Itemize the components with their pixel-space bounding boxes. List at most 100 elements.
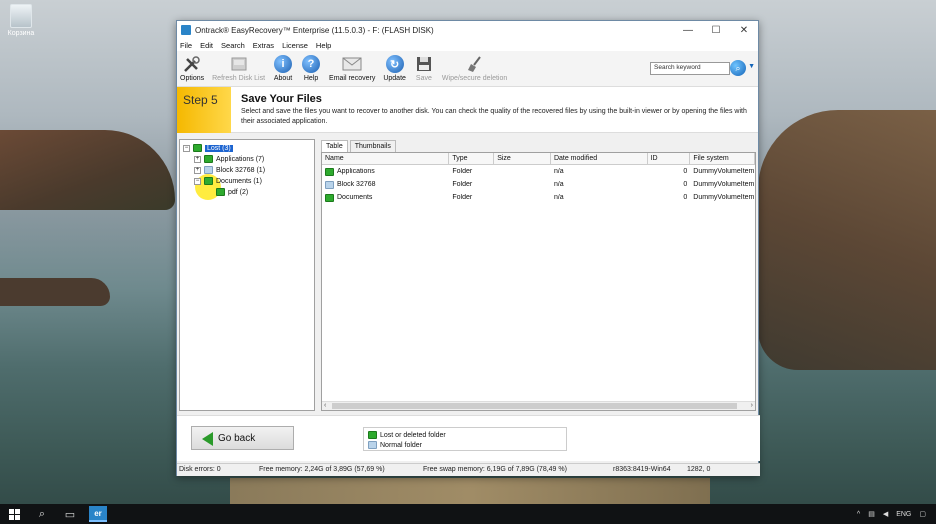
step-label: Step 5 <box>177 87 231 133</box>
status-build: r8363:8419-Win64 <box>613 466 671 473</box>
collapse-icon[interactable]: − <box>183 144 190 152</box>
legend-normal-label: Normal folder <box>380 441 423 449</box>
lost-folder-icon <box>193 144 202 152</box>
table-row[interactable]: Block 32768 Folder n/a 0 DummyVolumeItem <box>322 178 755 191</box>
menu-bar: File Edit Search Extras License Help <box>177 39 758 51</box>
network-icon[interactable]: ▤ <box>868 510 875 518</box>
tree-item-applications[interactable]: + Applications (7) <box>194 154 264 164</box>
close-button[interactable]: ✕ <box>730 21 758 39</box>
normal-folder-icon <box>325 180 334 189</box>
status-free-memory: Free memory: 2,24G of 3,89G (57,69 %) <box>259 466 385 473</box>
step-title: Save Your Files <box>241 93 322 105</box>
column-type[interactable]: Type <box>449 153 495 164</box>
collapse-icon[interactable]: − <box>194 177 201 185</box>
tab-table[interactable]: Table <box>321 140 348 152</box>
update-icon: ↻ <box>385 54 405 74</box>
table-row[interactable]: Documents Folder n/a 0 DummyVolumeItem <box>322 191 755 204</box>
envelope-icon <box>342 54 362 74</box>
menu-search[interactable]: Search <box>221 41 245 50</box>
recycle-bin-label: Корзина <box>7 30 35 37</box>
minimize-button[interactable]: — <box>674 21 702 39</box>
save-button[interactable]: Save <box>414 54 434 82</box>
tree-item-pdf[interactable]: pdf (2) <box>216 187 248 197</box>
broom-icon <box>465 54 485 74</box>
options-button[interactable]: Options <box>180 54 204 82</box>
tools-icon <box>182 54 202 74</box>
window-title: Ontrack® EasyRecovery™ Enterprise (11.5.… <box>195 25 434 35</box>
search-input[interactable]: Search keyword <box>650 62 730 75</box>
taskbar: ⌕ ▭ er ^ ▤ ◀ ENG ▢ <box>0 504 936 524</box>
language-indicator[interactable]: ENG <box>896 511 911 518</box>
system-tray: ^ ▤ ◀ ENG ▢ <box>857 510 936 519</box>
desktop-wallpaper-cliff-left <box>0 130 175 210</box>
notification-icon[interactable]: ▢ <box>919 510 926 518</box>
column-size[interactable]: Size <box>494 153 551 164</box>
table-row[interactable]: Applications Folder n/a 0 DummyVolumeIte… <box>322 165 755 178</box>
column-name[interactable]: Name <box>322 153 450 164</box>
help-icon: ? <box>301 54 321 74</box>
toolbar: Options Refresh Disk List i About ? Help… <box>177 51 758 87</box>
lost-folder-icon <box>368 431 377 439</box>
app-icon <box>181 25 191 35</box>
disk-refresh-icon <box>229 54 249 74</box>
maximize-button[interactable]: ☐ <box>702 21 730 39</box>
app-window: Ontrack® EasyRecovery™ Enterprise (11.5.… <box>176 20 760 476</box>
status-free-swap: Free swap memory: 6,19G of 7,89G (78,49 … <box>423 466 567 473</box>
lost-folder-icon <box>325 167 334 176</box>
scroll-left-icon[interactable]: ‹ <box>324 402 326 409</box>
step-description: Select and save the files you want to re… <box>241 108 747 125</box>
step-banner: Step 5 Save Your Files Select and save t… <box>177 87 758 133</box>
wipe-secure-deletion-button[interactable]: Wipe/secure deletion <box>442 54 507 82</box>
expand-icon[interactable]: + <box>194 166 201 174</box>
column-file-system[interactable]: File system <box>690 153 756 164</box>
help-button[interactable]: ? Help <box>301 54 321 82</box>
menu-extras[interactable]: Extras <box>253 41 274 50</box>
lost-folder-icon <box>216 188 225 196</box>
status-coordinates: 1282, 0 <box>687 466 711 473</box>
recycle-bin-icon <box>10 4 32 28</box>
tab-thumbnails[interactable]: Thumbnails <box>349 140 396 152</box>
menu-edit[interactable]: Edit <box>200 41 213 50</box>
column-id[interactable]: ID <box>648 153 691 164</box>
menu-file[interactable]: File <box>180 41 192 50</box>
file-table[interactable]: Name Type Size Date modified ID File sys… <box>321 152 756 411</box>
title-bar[interactable]: Ontrack® EasyRecovery™ Enterprise (11.5.… <box>177 21 758 39</box>
task-view-icon[interactable]: ▭ <box>56 504 84 524</box>
tree-item-block[interactable]: + Block 32768 (1) <box>194 165 265 175</box>
floppy-disk-icon <box>414 54 434 74</box>
lost-folder-icon <box>204 155 213 163</box>
normal-folder-icon <box>368 441 377 449</box>
expand-icon[interactable]: + <box>194 155 201 163</box>
desktop-wallpaper-cliff-right <box>758 110 936 370</box>
desktop-wallpaper-rock <box>0 278 110 306</box>
view-tabs: Table Thumbnails <box>321 140 396 152</box>
start-button[interactable] <box>0 504 28 524</box>
go-back-button[interactable]: Go back <box>191 426 294 450</box>
column-date-modified[interactable]: Date modified <box>551 153 648 164</box>
chevron-down-icon[interactable]: ▼ <box>748 63 755 70</box>
desktop-wallpaper-beach <box>230 478 710 504</box>
taskbar-easyrecovery-app[interactable]: er <box>89 506 107 522</box>
menu-license[interactable]: License <box>282 41 308 50</box>
update-button[interactable]: ↻ Update <box>383 54 406 82</box>
status-disk-errors: Disk errors: 0 <box>179 466 221 473</box>
tree-item-lost[interactable]: − Lost (3) <box>183 143 233 153</box>
refresh-disk-list-button[interactable]: Refresh Disk List <box>212 54 265 82</box>
info-icon: i <box>273 54 293 74</box>
windows-logo-icon <box>8 508 20 520</box>
scrollbar-thumb[interactable] <box>332 403 737 409</box>
tree-item-documents[interactable]: − Documents (1) <box>194 176 262 186</box>
horizontal-scrollbar[interactable]: ‹ › <box>322 401 755 410</box>
speaker-icon[interactable]: ◀ <box>883 510 888 518</box>
search-icon[interactable]: ⌕ <box>730 60 746 76</box>
normal-folder-icon <box>204 166 213 174</box>
recycle-bin-shortcut[interactable]: Корзина <box>4 4 38 37</box>
search-icon[interactable]: ⌕ <box>28 504 56 524</box>
email-recovery-button[interactable]: Email recovery <box>329 54 375 82</box>
chevron-up-icon[interactable]: ^ <box>857 511 860 518</box>
legend-lost-label: Lost or deleted folder <box>380 431 446 439</box>
menu-help[interactable]: Help <box>316 41 331 50</box>
about-button[interactable]: i About <box>273 54 293 82</box>
folder-tree[interactable]: − Lost (3) + Applications (7) + Block 32… <box>179 139 315 411</box>
scroll-right-icon[interactable]: › <box>751 402 753 409</box>
